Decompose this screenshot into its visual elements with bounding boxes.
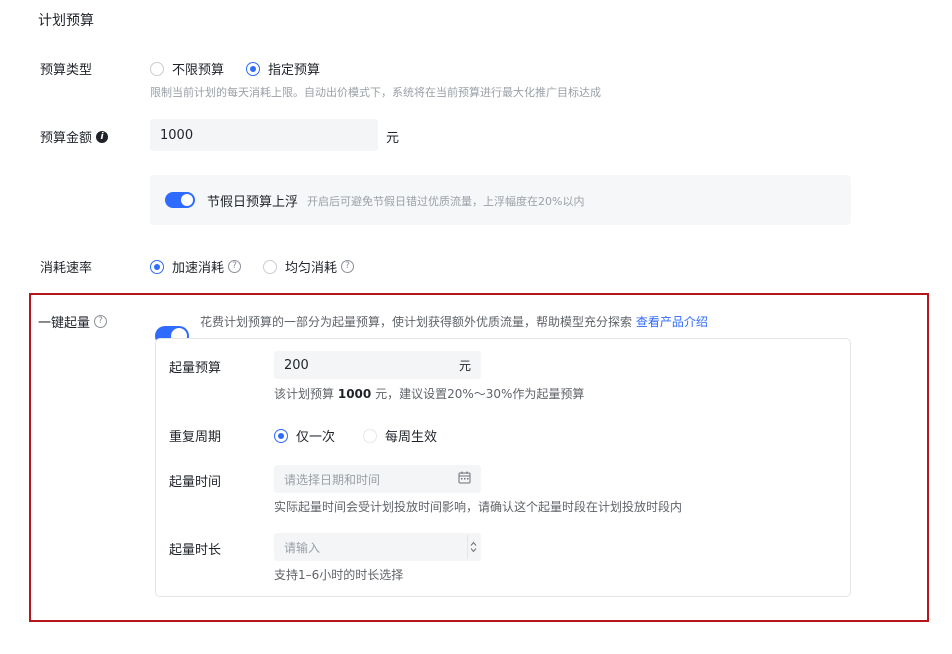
repeat-cycle-label: 重复周期 [169, 430, 222, 445]
budget-amount-value: 1000 [160, 127, 194, 143]
repeat-cycle-radio-group: 仅一次 每周生效 [274, 426, 459, 445]
question-icon[interactable]: ? [94, 315, 108, 328]
question-icon[interactable]: ? [341, 260, 355, 273]
boost-time-hint: 实际起量时间会受计划投放时间影响，请确认这个起量时段在计划投放时段内 [274, 500, 683, 514]
boost-settings-panel [155, 338, 851, 597]
radio-label: 每周生效 [385, 430, 438, 445]
hint-amount: 1000 [337, 387, 372, 401]
boost-label-row: 一键起量 ? [38, 312, 108, 331]
boost-time-picker[interactable]: 请选择日期和时间 [274, 465, 481, 493]
spend-rate-label: 消耗速率 [40, 261, 93, 276]
radio-label: 均匀消耗 [285, 261, 338, 276]
radio-dot-icon [150, 61, 164, 76]
boost-budget-hint: 该计划预算 1000 元，建议设置20%～30%作为起量预算 [274, 385, 584, 402]
boost-budget-unit: 元 [458, 358, 471, 373]
radio-accelerated-spend[interactable]: 加速消耗 ? [150, 257, 242, 276]
boost-label: 一键起量 [38, 316, 91, 331]
hint-suffix: 元，建议设置20%～30%作为起量预算 [375, 387, 585, 401]
radio-label: 加速消耗 [172, 261, 225, 276]
hint-prefix: 该计划预算 [274, 387, 335, 401]
radio-dot-selected-icon [246, 61, 261, 76]
radio-label: 指定预算 [268, 63, 321, 78]
boost-description-row: 花费计划预算的一部分为起量预算，使计划获得额外优质流量，帮助模型充分探索 查看产… [200, 313, 708, 330]
question-icon[interactable]: ? [228, 260, 242, 273]
radio-label: 不限预算 [172, 63, 225, 78]
budget-amount-unit: 元 [386, 131, 400, 146]
budget-amount-label: 预算金额 [40, 131, 93, 146]
budget-type-help: 限制当前计划的每天消耗上限。自动出价模式下，系统将在当前预算进行最大化推广目标达… [150, 86, 601, 99]
spend-rate-radio-group: 加速消耗 ? 均匀消耗 ? [150, 257, 376, 276]
radio-dot-icon [263, 259, 278, 274]
boost-time-label: 起量时间 [169, 475, 222, 490]
chevron-down-icon [470, 548, 477, 553]
boost-budget-label: 起量预算 [169, 361, 222, 376]
boost-duration-input[interactable]: 请输入 [274, 533, 481, 561]
stepper-arrows[interactable] [467, 535, 479, 559]
info-icon[interactable]: i [96, 130, 109, 143]
radio-once[interactable]: 仅一次 [274, 426, 335, 445]
boost-time-placeholder: 请选择日期和时间 [284, 472, 381, 487]
budget-amount-input[interactable]: 1000 [150, 119, 378, 151]
boost-description: 花费计划预算的一部分为起量预算，使计划获得额外优质流量，帮助模型充分探索 [200, 315, 633, 329]
boost-duration-placeholder: 请输入 [284, 540, 321, 555]
radio-dot-icon [363, 428, 378, 443]
radio-dot-selected-icon [274, 428, 288, 443]
budget-type-label: 预算类型 [40, 63, 93, 78]
boost-budget-value: 200 [284, 357, 309, 373]
product-intro-link[interactable]: 查看产品介绍 [636, 315, 708, 329]
section-title: 计划预算 [38, 13, 94, 29]
radio-label: 仅一次 [296, 430, 336, 445]
budget-amount-label-row: 预算金额 i [40, 127, 109, 146]
radio-even-spend[interactable]: 均匀消耗 ? [263, 257, 355, 276]
radio-unlimited-budget[interactable]: 不限预算 [150, 59, 224, 78]
holiday-boost-help: 开启后可避免节假日错过优质流量，上浮幅度在20%以内 [307, 195, 585, 208]
boost-duration-hint: 支持1–6小时的时长选择 [274, 568, 404, 582]
holiday-boost-toggle[interactable] [165, 192, 195, 208]
radio-specified-budget[interactable]: 指定预算 [246, 59, 320, 78]
holiday-boost-label: 节假日预算上浮 [207, 195, 299, 210]
boost-duration-label: 起量时长 [169, 543, 222, 558]
boost-budget-input[interactable]: 200 元 [274, 351, 481, 379]
radio-dot-selected-icon [150, 259, 164, 274]
budget-type-radio-group: 不限预算 指定预算 [150, 59, 342, 78]
calendar-icon[interactable] [458, 471, 471, 488]
radio-weekly[interactable]: 每周生效 [363, 426, 437, 445]
